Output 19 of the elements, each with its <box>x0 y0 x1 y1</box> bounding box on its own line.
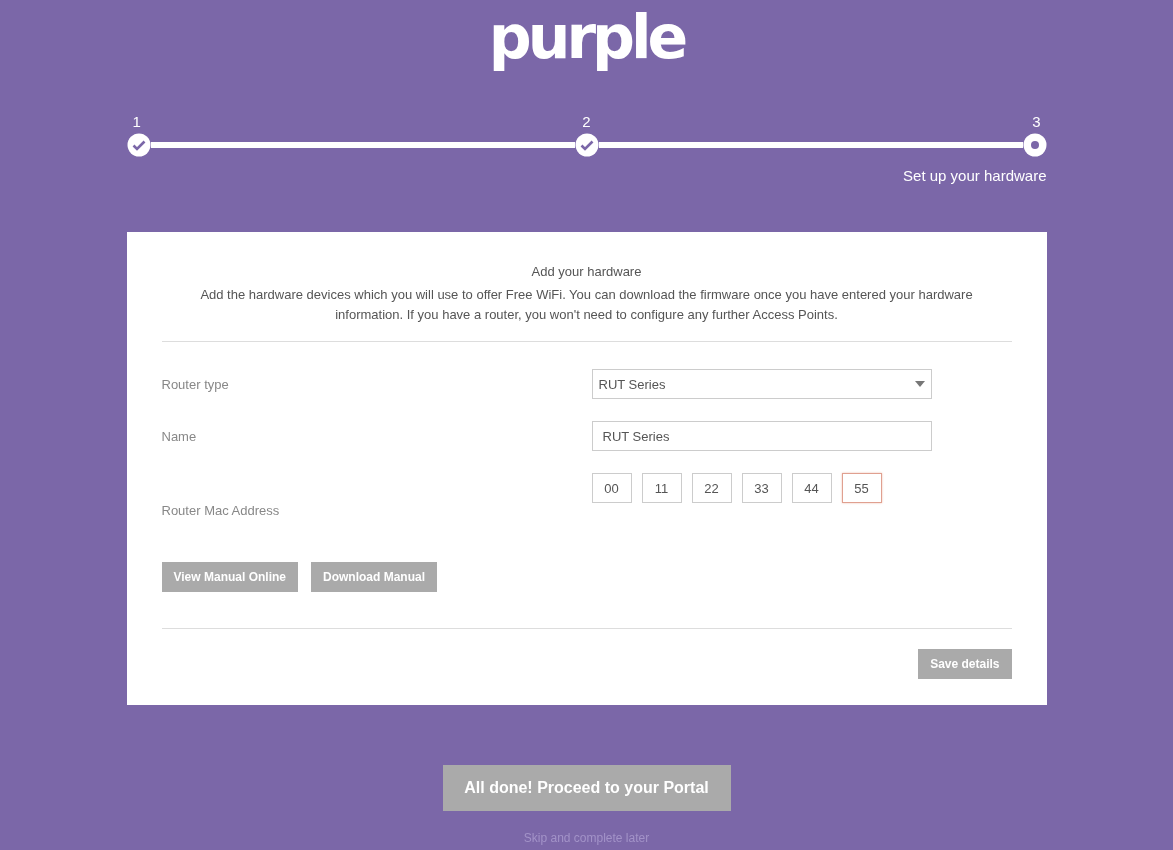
field-label: Name <box>161 427 198 446</box>
mac-octet-input[interactable]: 11 <box>641 473 682 503</box>
name-input[interactable]: RUT Series <box>591 421 932 451</box>
mac-octet-input[interactable]: 44 <box>791 473 832 503</box>
step-number: 3 <box>1032 112 1041 132</box>
field-label: Router Mac Address <box>161 502 281 518</box>
dropdown-caret-icon <box>914 381 925 387</box>
brand-logo: purple <box>488 2 685 72</box>
mac-octet-input[interactable]: 55 <box>841 473 882 503</box>
field-label: Router type <box>161 375 230 394</box>
mac-octet-input[interactable]: 00 <box>591 473 632 503</box>
step-number: 2 <box>582 112 591 132</box>
mac-octet-input[interactable]: 33 <box>741 473 782 503</box>
card-title: Add your hardware <box>530 264 643 279</box>
step-caption: Set up your hardware <box>902 167 1047 184</box>
step-number: 1 <box>132 112 141 132</box>
mac-octet-input[interactable]: 22 <box>691 473 732 503</box>
card-description: Add the hardware devices which you will use to offer Free WiFi. You can download the firmware once you have entered your hardware information. If you have a router, you won't need to configure any further Access Points. <box>199 286 974 324</box>
router-type-dropdown[interactable]: RUT Series <box>591 369 932 399</box>
